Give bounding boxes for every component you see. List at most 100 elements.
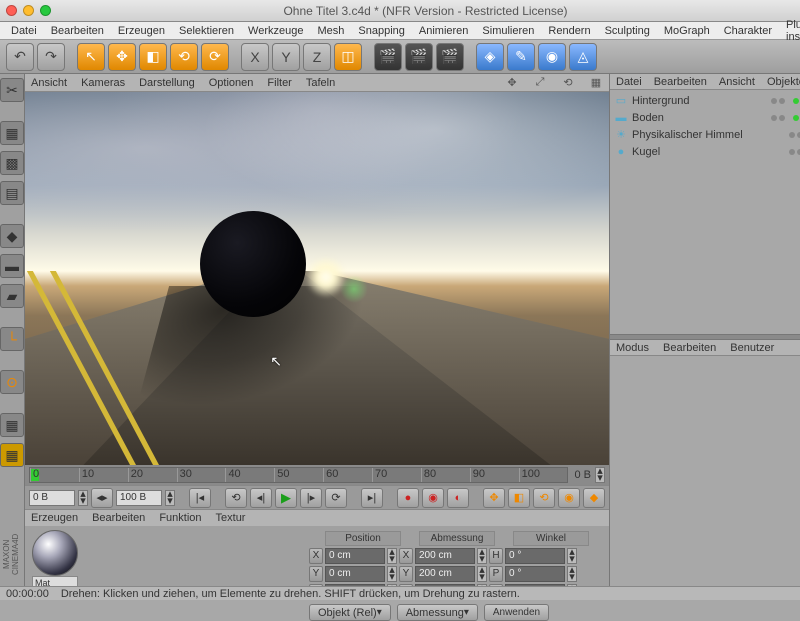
vp-menu-darstellung[interactable]: Darstellung bbox=[139, 77, 195, 89]
pos-field[interactable]: 0 cm bbox=[325, 548, 385, 564]
edge-mode-icon[interactable]: ▬ bbox=[0, 254, 24, 278]
render-view-button[interactable]: 🎬 bbox=[374, 43, 402, 71]
vp-layout-icon[interactable]: ▦ bbox=[589, 76, 603, 90]
timeline-spinner[interactable]: ▴▾ bbox=[595, 467, 605, 483]
range-start-field[interactable]: 0 B bbox=[29, 490, 75, 506]
workplane-icon[interactable]: ▤ bbox=[0, 181, 24, 205]
zoom-icon[interactable] bbox=[40, 5, 51, 16]
dim-mode-button[interactable]: Abmessung ▾ bbox=[397, 604, 478, 621]
attr-menu-bearbeiten[interactable]: Bearbeiten bbox=[663, 342, 716, 354]
minimize-icon[interactable] bbox=[23, 5, 34, 16]
object-row[interactable]: ● Kugel ◉ bbox=[610, 143, 800, 160]
spinner[interactable]: ▴▾ bbox=[387, 566, 397, 582]
coord-system-button[interactable]: ◫ bbox=[334, 43, 362, 71]
scale-tool[interactable]: ◧ bbox=[139, 43, 167, 71]
om-menu-ansicht[interactable]: Ansicht bbox=[719, 76, 755, 88]
polygon-mode-icon[interactable]: ▰ bbox=[0, 284, 24, 308]
render-region-button[interactable]: 🎬 bbox=[405, 43, 433, 71]
ang-field[interactable]: 0 ° bbox=[505, 548, 565, 564]
coord-mode-button[interactable]: Objekt (Rel) ▾ bbox=[309, 604, 391, 621]
visibility-dots[interactable] bbox=[771, 115, 785, 121]
object-name[interactable]: Kugel bbox=[632, 146, 785, 158]
object-name[interactable]: Physikalischer Himmel bbox=[632, 129, 785, 141]
dim-field[interactable]: 200 cm bbox=[415, 566, 475, 582]
undo-button[interactable]: ↶ bbox=[6, 43, 34, 71]
deformer-button[interactable]: ◬ bbox=[569, 43, 597, 71]
visibility-dots[interactable] bbox=[789, 149, 800, 155]
menu-bearbeiten[interactable]: Bearbeiten bbox=[44, 23, 111, 39]
key-param-icon[interactable]: ◉ bbox=[558, 488, 580, 508]
select-tool[interactable]: ↖ bbox=[77, 43, 105, 71]
spinner[interactable]: ▴▾ bbox=[387, 548, 397, 564]
vp-zoom-icon[interactable]: ⤢ bbox=[533, 76, 547, 90]
mat-menu-bearbeiten[interactable]: Bearbeiten bbox=[92, 512, 145, 524]
goto-start-button[interactable]: |◂ bbox=[189, 488, 211, 508]
key-scale-icon[interactable]: ◧ bbox=[508, 488, 530, 508]
menu-werkzeuge[interactable]: Werkzeuge bbox=[241, 23, 310, 39]
locked-workplane-icon[interactable]: ▦ bbox=[0, 443, 24, 467]
om-menu-bearbeiten[interactable]: Bearbeiten bbox=[654, 76, 707, 88]
keyframe-sel-button[interactable]: ◐ bbox=[447, 488, 469, 508]
sphere-object[interactable] bbox=[200, 211, 306, 317]
z-axis-button[interactable]: Z bbox=[303, 43, 331, 71]
mat-menu-erzeugen[interactable]: Erzeugen bbox=[31, 512, 78, 524]
ang-field[interactable]: 0 ° bbox=[505, 566, 565, 582]
spinner[interactable]: ▴▾ bbox=[78, 490, 88, 506]
spinner[interactable]: ▴▾ bbox=[477, 566, 487, 582]
spinner[interactable]: ▴▾ bbox=[165, 490, 175, 506]
x-axis-button[interactable]: X bbox=[241, 43, 269, 71]
vp-menu-filter[interactable]: Filter bbox=[267, 77, 291, 89]
pos-field[interactable]: 0 cm bbox=[325, 566, 385, 582]
spinner[interactable]: ▴▾ bbox=[567, 566, 577, 582]
point-mode-icon[interactable]: ◆ bbox=[0, 224, 24, 248]
visibility-dots[interactable] bbox=[771, 98, 785, 104]
vp-rotate-icon[interactable]: ⟲ bbox=[561, 76, 575, 90]
enable-dot[interactable] bbox=[793, 98, 799, 104]
model-mode-icon[interactable]: ▦ bbox=[0, 121, 24, 145]
material-thumb[interactable]: Mat bbox=[29, 530, 81, 590]
move-tool[interactable]: ✥ bbox=[108, 43, 136, 71]
snap-icon[interactable]: ⊙ bbox=[0, 370, 24, 394]
last-tool[interactable]: ⟳ bbox=[201, 43, 229, 71]
object-name[interactable]: Hintergrund bbox=[632, 95, 767, 107]
menu-charakter[interactable]: Charakter bbox=[717, 23, 779, 39]
enable-dot[interactable] bbox=[793, 115, 799, 121]
step-fwd-button[interactable]: |▸ bbox=[300, 488, 322, 508]
menu-rendern[interactable]: Rendern bbox=[541, 23, 597, 39]
close-icon[interactable] bbox=[6, 5, 17, 16]
key-pla-icon[interactable]: ◆ bbox=[583, 488, 605, 508]
make-editable-icon[interactable]: ✂ bbox=[0, 78, 24, 102]
axis-mode-icon[interactable]: └ bbox=[0, 327, 24, 351]
om-menu-datei[interactable]: Datei bbox=[616, 76, 642, 88]
viewport[interactable]: ↖ bbox=[25, 92, 609, 465]
attr-menu-benutzer[interactable]: Benutzer bbox=[730, 342, 774, 354]
om-menu-objekte[interactable]: Objekte bbox=[767, 76, 800, 88]
object-row[interactable]: ▬ Boden ◉ ◐ bbox=[610, 109, 800, 126]
apply-button[interactable]: Anwenden bbox=[484, 604, 549, 621]
menu-mesh[interactable]: Mesh bbox=[310, 23, 351, 39]
vp-menu-tafeln[interactable]: Tafeln bbox=[306, 77, 335, 89]
rotate-tool[interactable]: ⟲ bbox=[170, 43, 198, 71]
vp-pan-icon[interactable]: ✥ bbox=[505, 76, 519, 90]
menu-sculpting[interactable]: Sculpting bbox=[598, 23, 657, 39]
range-end-field[interactable]: 100 B bbox=[116, 490, 162, 506]
next-key-button[interactable]: ⟳ bbox=[325, 488, 347, 508]
menu-datei[interactable]: Datei bbox=[4, 23, 44, 39]
key-pos-icon[interactable]: ✥ bbox=[483, 488, 505, 508]
timeline[interactable]: 0 10 20 30 40 50 60 70 80 90 100 0 B ▴▾ bbox=[25, 465, 609, 485]
menu-animieren[interactable]: Animieren bbox=[412, 23, 476, 39]
texture-mode-icon[interactable]: ▩ bbox=[0, 151, 24, 175]
menu-erzeugen[interactable]: Erzeugen bbox=[111, 23, 172, 39]
vp-menu-optionen[interactable]: Optionen bbox=[209, 77, 254, 89]
menu-plugins[interactable]: Plug-ins bbox=[779, 17, 800, 45]
object-name[interactable]: Boden bbox=[632, 112, 767, 124]
goto-end-button[interactable]: ▸| bbox=[361, 488, 383, 508]
y-axis-button[interactable]: Y bbox=[272, 43, 300, 71]
autokey-button[interactable]: ◉ bbox=[422, 488, 444, 508]
record-button[interactable]: ● bbox=[397, 488, 419, 508]
prev-key-button[interactable]: ⟲ bbox=[225, 488, 247, 508]
object-row[interactable]: ☀ Physikalischer Himmel ◉ bbox=[610, 126, 800, 143]
attr-menu-modus[interactable]: Modus bbox=[616, 342, 649, 354]
play-button[interactable]: ▶ bbox=[275, 488, 297, 508]
spinner[interactable]: ▴▾ bbox=[477, 548, 487, 564]
